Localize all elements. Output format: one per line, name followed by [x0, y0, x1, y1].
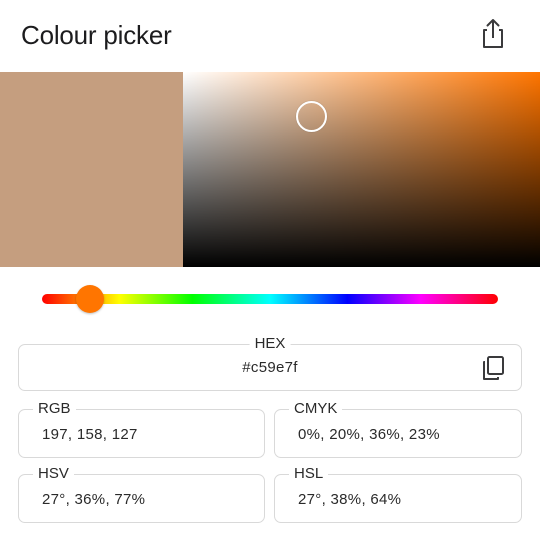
cmyk-field[interactable]: CMYK 0%, 20%, 36%, 23% — [274, 400, 522, 458]
color-picker-area — [0, 72, 540, 267]
rgb-label: RGB — [33, 400, 76, 418]
copy-icon[interactable] — [481, 355, 505, 381]
cmyk-label: CMYK — [289, 400, 343, 418]
hsl-value[interactable]: 27°, 38%, 64% — [298, 491, 401, 508]
hue-slider-thumb[interactable] — [76, 285, 105, 313]
page-title: Colour picker — [21, 20, 172, 50]
hex-label: HEX — [249, 335, 291, 353]
saturation-value-square[interactable] — [183, 72, 540, 267]
hex-field[interactable]: HEX #c59e7f — [18, 335, 522, 391]
value-gradient — [183, 72, 540, 267]
hex-value[interactable]: #c59e7f — [19, 359, 521, 376]
cmyk-value[interactable]: 0%, 20%, 36%, 23% — [298, 426, 440, 443]
hue-slider[interactable] — [42, 285, 498, 313]
share-icon[interactable] — [478, 17, 508, 49]
hsv-field[interactable]: HSV 27°, 36%, 77% — [18, 465, 265, 523]
color-preview-swatch — [0, 72, 183, 267]
rgb-field[interactable]: RGB 197, 158, 127 — [18, 400, 265, 458]
rgb-value[interactable]: 197, 158, 127 — [42, 426, 138, 443]
hsl-label: HSL — [289, 465, 329, 483]
hsl-field[interactable]: HSL 27°, 38%, 64% — [274, 465, 522, 523]
hsv-value[interactable]: 27°, 36%, 77% — [42, 491, 145, 508]
hsv-label: HSV — [33, 465, 74, 483]
header: Colour picker — [0, 0, 540, 72]
